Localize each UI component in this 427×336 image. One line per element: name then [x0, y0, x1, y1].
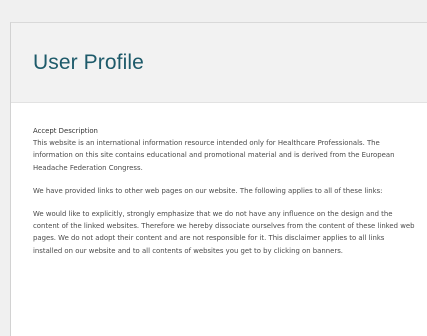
disclaimer-paragraph-3: We would like to explicitly, strongly em… [33, 210, 415, 255]
disclaimer-paragraph-1: This website is an international informa… [33, 139, 395, 172]
profile-card: User Profile Accept Description This web… [10, 22, 427, 336]
page-title: User Profile [33, 51, 144, 74]
card-header: User Profile [11, 23, 427, 103]
disclaimer-body: Accept Description This website is an in… [11, 103, 427, 257]
page: User Profile Accept Description This web… [0, 0, 427, 336]
disclaimer-intro: Accept Description This website is an in… [33, 125, 415, 174]
disclaimer-heading: Accept Description [33, 127, 98, 135]
disclaimer-paragraph-2: We have provided links to other web page… [33, 186, 383, 195]
